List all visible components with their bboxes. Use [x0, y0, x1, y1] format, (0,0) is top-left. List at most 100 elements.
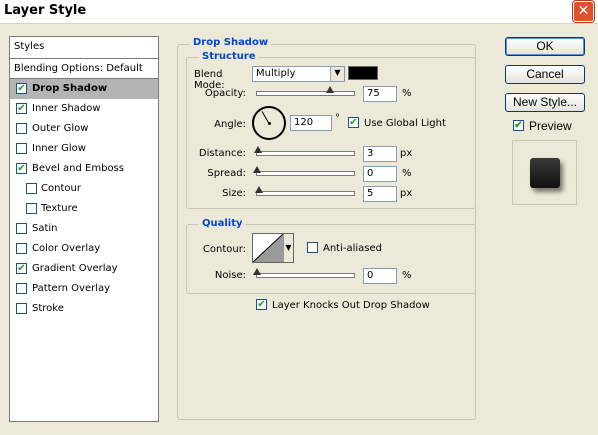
cancel-button[interactable]: Cancel — [505, 65, 585, 84]
styles-header[interactable]: Styles — [10, 37, 158, 59]
opacity-slider-thumb[interactable] — [325, 86, 334, 93]
style-item-gradient-overlay[interactable]: ✔ Gradient Overlay — [10, 259, 158, 279]
distance-unit: px — [400, 148, 413, 159]
chevron-down-icon: ▼ — [283, 234, 293, 262]
style-item-inner-shadow[interactable]: ✔ Inner Shadow — [10, 99, 158, 119]
style-item-checkbox[interactable] — [16, 223, 27, 234]
blend-mode-value: Multiply — [256, 68, 296, 79]
distance-input[interactable]: 3 — [363, 146, 397, 162]
style-item-checkbox[interactable]: ✔ — [16, 263, 27, 274]
style-item-contour[interactable]: Contour — [10, 179, 158, 199]
layer-knocks-out-check[interactable]: ✔ — [256, 299, 267, 310]
structure-title: Structure — [199, 51, 259, 62]
styles-list: Styles Blending Options: Default ✔ Drop S… — [9, 36, 159, 422]
style-item-label: Satin — [32, 223, 58, 234]
size-slider-thumb[interactable] — [254, 186, 263, 193]
style-item-label: Drop Shadow — [32, 83, 108, 94]
style-item-satin[interactable]: Satin — [10, 219, 158, 239]
opacity-slider[interactable] — [256, 86, 355, 96]
contour-label: Contour: — [202, 244, 246, 255]
use-global-light-check[interactable]: ✔ — [348, 117, 359, 128]
style-item-label: Color Overlay — [32, 243, 101, 254]
chevron-down-icon: ▼ — [330, 67, 344, 81]
use-global-light-checkbox[interactable]: ✔ Use Global Light — [348, 117, 446, 130]
size-label: Size: — [222, 188, 246, 199]
angle-unit: ° — [335, 113, 340, 124]
quality-title: Quality — [199, 218, 246, 229]
style-item-checkbox[interactable] — [26, 183, 37, 194]
style-item-drop-shadow[interactable]: ✔ Drop Shadow — [10, 79, 158, 99]
window-title: Layer Style — [4, 3, 87, 18]
style-item-checkbox[interactable] — [16, 143, 27, 154]
style-item-checkbox[interactable] — [16, 303, 27, 314]
contour-curve-icon — [253, 234, 283, 262]
style-item-label: Texture — [41, 203, 78, 214]
preview-check[interactable]: ✔ — [513, 120, 524, 131]
style-item-checkbox[interactable] — [26, 203, 37, 214]
style-items: ✔ Drop Shadow ✔ Inner Shadow Outer Glow Inner… — [10, 79, 158, 319]
drop-shadow-title: Drop Shadow — [190, 37, 272, 48]
style-item-label: Pattern Overlay — [32, 283, 111, 294]
layer-knocks-out-checkbox[interactable]: ✔ Layer Knocks Out Drop Shadow — [256, 299, 430, 312]
style-item-bevel-and-emboss[interactable]: ✔ Bevel and Emboss — [10, 159, 158, 179]
preview-checkbox[interactable]: ✔ Preview — [513, 120, 572, 133]
opacity-label: Opacity: — [204, 88, 246, 99]
size-unit: px — [400, 188, 413, 199]
style-item-pattern-overlay[interactable]: Pattern Overlay — [10, 279, 158, 299]
noise-slider[interactable] — [253, 268, 355, 278]
style-item-texture[interactable]: Texture — [10, 199, 158, 219]
style-item-outer-glow[interactable]: Outer Glow — [10, 119, 158, 139]
style-item-color-overlay[interactable]: Color Overlay — [10, 239, 158, 259]
spread-slider[interactable] — [253, 166, 355, 176]
style-item-label: Stroke — [32, 303, 64, 314]
angle-dial[interactable] — [252, 106, 286, 140]
ok-button[interactable]: OK — [505, 37, 585, 56]
style-item-checkbox[interactable]: ✔ — [16, 163, 27, 174]
style-item-checkbox[interactable] — [16, 243, 27, 254]
contour-picker[interactable]: ▼ — [252, 233, 294, 263]
distance-slider-thumb[interactable] — [253, 146, 262, 153]
size-input[interactable]: 5 — [363, 186, 397, 202]
angle-input[interactable]: 120 — [290, 115, 332, 131]
blending-options-item[interactable]: Blending Options: Default — [10, 59, 158, 79]
style-item-label: Inner Glow — [32, 143, 86, 154]
style-item-checkbox[interactable]: ✔ — [16, 103, 27, 114]
style-item-inner-glow[interactable]: Inner Glow — [10, 139, 158, 159]
layer-knocks-out-label: Layer Knocks Out Drop Shadow — [272, 300, 430, 311]
layer-style-dialog: Styles Blending Options: Default ✔ Drop S… — [0, 24, 598, 435]
style-item-label: Bevel and Emboss — [32, 163, 124, 174]
use-global-light-label: Use Global Light — [364, 118, 446, 129]
new-style-button[interactable]: New Style... — [505, 93, 585, 112]
style-item-label: Outer Glow — [32, 123, 89, 134]
style-item-checkbox[interactable] — [16, 283, 27, 294]
style-item-label: Gradient Overlay — [32, 263, 118, 274]
noise-unit: % — [402, 270, 412, 281]
noise-input[interactable]: 0 — [363, 268, 397, 284]
close-icon[interactable]: ✕ — [573, 1, 594, 22]
opacity-input[interactable]: 75 — [363, 86, 397, 102]
style-preview — [512, 140, 577, 205]
distance-label: Distance: — [198, 148, 246, 159]
noise-label: Noise: — [214, 270, 246, 281]
anti-aliased-label: Anti-aliased — [323, 243, 383, 254]
anti-aliased-checkbox[interactable]: Anti-aliased — [307, 242, 382, 255]
angle-dial-center — [268, 122, 271, 125]
style-item-stroke[interactable]: Stroke — [10, 299, 158, 319]
spread-label: Spread: — [207, 168, 246, 179]
title-bar: Layer Style ✕ — [0, 0, 598, 24]
style-item-checkbox[interactable] — [16, 123, 27, 134]
preview-swatch — [530, 158, 560, 188]
quality-group — [186, 224, 476, 294]
shadow-color-swatch[interactable] — [348, 66, 378, 80]
style-item-checkbox[interactable]: ✔ — [16, 83, 27, 94]
style-item-label: Inner Shadow — [32, 103, 101, 114]
spread-slider-thumb[interactable] — [253, 166, 261, 173]
noise-slider-thumb[interactable] — [253, 268, 261, 275]
size-slider[interactable] — [254, 186, 355, 196]
distance-slider[interactable] — [253, 146, 355, 156]
spread-unit: % — [402, 168, 412, 179]
style-item-label: Contour — [41, 183, 81, 194]
spread-input[interactable]: 0 — [363, 166, 397, 182]
anti-aliased-check[interactable] — [307, 242, 318, 253]
blend-mode-select[interactable]: Multiply ▼ — [252, 66, 345, 82]
